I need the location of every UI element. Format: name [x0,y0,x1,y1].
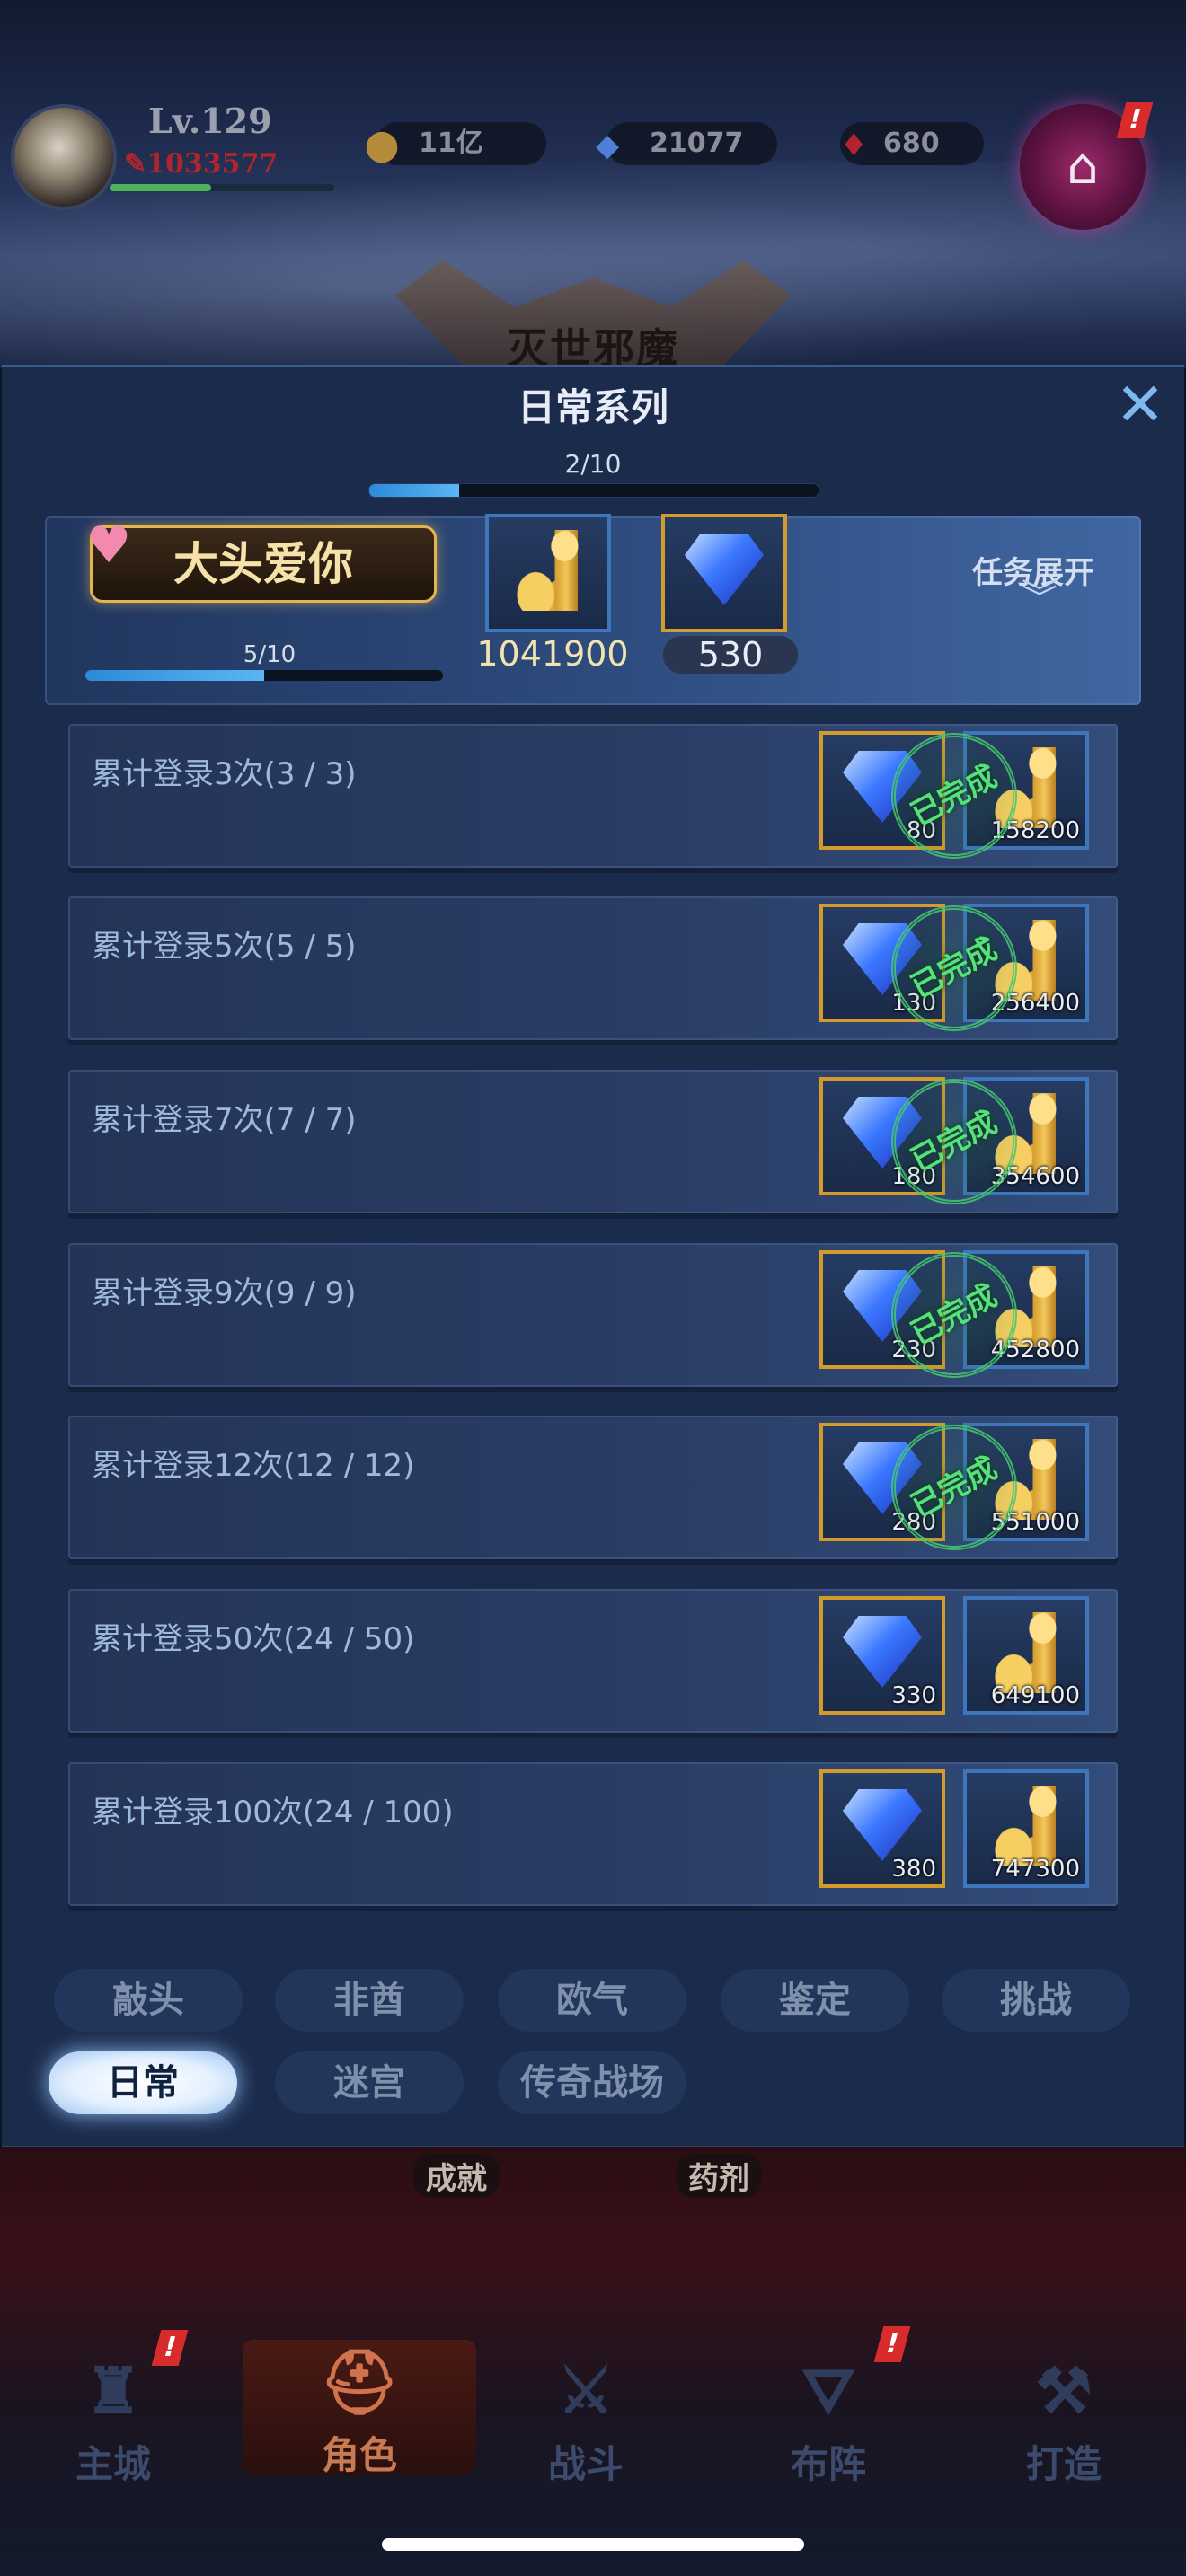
task-row[interactable]: 累计登录3次(3 / 3)80158200已完成 [68,710,1118,881]
diamond-icon [843,1616,922,1688]
task-row[interactable]: 累计登录5次(5 / 5)130256400已完成 [68,883,1118,1054]
gold-resource[interactable]: ⬤ 11亿 [365,122,546,165]
featured-gold-value: 1041900 [476,634,629,674]
ruby-icon: ♦ [840,128,868,163]
power-progress-bar [110,184,334,191]
power-progress-fill [110,184,211,191]
tab-row1-1[interactable]: 非酋 [275,1969,464,2032]
diamond-reward-qty: 380 [891,1856,936,1883]
tab-row2-2[interactable]: 传奇战场 [498,2051,686,2114]
featured-gold-reward[interactable] [485,514,611,632]
home-indicator[interactable] [382,2538,804,2551]
close-icon: ✕ [1115,370,1165,439]
nav-main-city[interactable]: ♜ 主城 [32,2353,194,2489]
series-progress-fill [369,484,459,497]
achievement-button[interactable]: 成就 [413,2154,500,2198]
task-label: 累计登录3次(3 / 3) [92,756,357,792]
gold-reward[interactable]: 747300 [963,1769,1089,1888]
diamond-icon: ◆ [596,128,620,163]
ruby-resource[interactable]: ♦ 680 [840,122,984,165]
task-row[interactable]: 累计登录100次(24 / 100) 380 747300 [68,1762,1118,1906]
chevron-double-down-icon[interactable]: ︾ [1008,580,1071,616]
diamond-resource[interactable]: ◆ 21077 [596,122,777,165]
tab-row2-1[interactable]: 迷宫 [275,2051,464,2114]
scroll-icon: ⌂ [1067,137,1099,196]
task-label: 累计登录12次(12 / 12) [92,1448,415,1484]
task-label: 累计登录50次(24 / 50) [92,1621,415,1657]
tab-row1-0[interactable]: 敲头 [54,1969,243,2032]
heart-icon: ♥ [86,516,132,575]
task-label: 累计登录100次(24 / 100) [92,1795,454,1831]
task-label: 累计登录5次(5 / 5) [92,929,357,965]
panel-title: 日常系列 [517,385,668,429]
nav-formation[interactable]: ⛛ 布阵 [748,2353,909,2489]
diamond-reward-qty: 330 [891,1682,936,1709]
featured-progress-fill [85,670,264,681]
featured-title-banner: 大头爱你 [90,525,437,603]
gold-coin-icon: ⬤ [365,128,400,163]
crossed-swords-icon: ⚔ [557,2353,615,2428]
potion-button[interactable]: 药剂 [676,2154,762,2198]
task-row[interactable]: 累计登录9次(9 / 9)230452800已完成 [68,1230,1118,1400]
nav-character[interactable]: ⛑ 角色 [279,2344,440,2480]
diamond-icon [843,1789,922,1861]
task-row[interactable]: 累计登录7次(7 / 7)180354600已完成 [68,1056,1118,1227]
task-label: 累计登录7次(7 / 7) [92,1102,357,1138]
tab-row1-4[interactable]: 挑战 [942,1969,1130,2032]
nav-battle[interactable]: ⚔ 战斗 [505,2353,667,2489]
featured-diamond-reward[interactable] [661,514,787,632]
player-level: Lv.129 [148,101,272,141]
tab-row1-3[interactable]: 鉴定 [721,1969,909,2032]
task-row[interactable]: 累计登录12次(12 / 12)280551000已完成 [68,1402,1118,1573]
task-label: 累计登录9次(9 / 9) [92,1275,357,1311]
close-button[interactable]: ✕ [1112,375,1168,435]
gold-coins-icon [985,1786,1067,1866]
diamond-reward[interactable]: 380 [819,1769,945,1888]
power-icon: ✎ [124,148,147,180]
nav-forge[interactable]: ⚒ 打造 [983,2353,1145,2489]
featured-progress-text: 5/10 [243,641,296,668]
diamond-reward[interactable]: 330 [819,1596,945,1715]
gold-reward[interactable]: 649100 [963,1596,1089,1715]
tab-row2-0[interactable]: 日常 [49,2051,237,2114]
formation-icon: ⛛ [801,2353,855,2428]
gold-coins-icon [985,1612,1067,1693]
diamond-icon [685,534,764,605]
series-progress-bar [368,483,819,498]
gold-coins-icon [507,530,589,611]
featured-progress-bar [85,670,443,681]
task-row[interactable]: 累计登录50次(24 / 50) 330 649100 [68,1589,1118,1733]
helmet-icon: ⛑ [319,2344,400,2419]
gold-reward-qty: 747300 [990,1856,1080,1883]
tab-row1-2[interactable]: 欧气 [498,1969,686,2032]
anvil-icon: ⚒ [1035,2353,1093,2428]
featured-diamond-value: 530 [663,636,798,674]
player-avatar[interactable] [11,104,117,210]
gold-reward-qty: 649100 [990,1682,1080,1709]
series-progress-text: 2/10 [564,449,622,479]
power-value: ✎1033577 [124,148,279,180]
